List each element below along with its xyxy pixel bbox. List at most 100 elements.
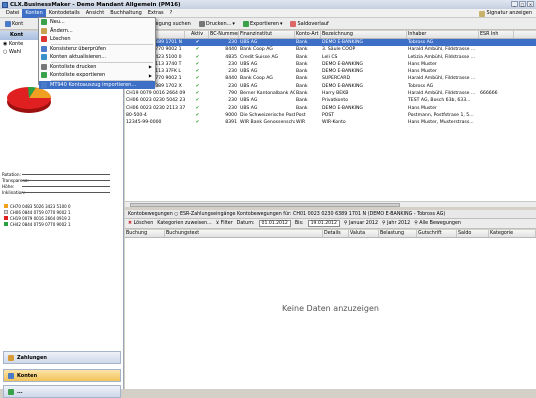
- table-row[interactable]: 0483 5026 3423 5100 0✔4835Credit Suisse …: [125, 54, 536, 61]
- table-cell-bez: DEMO E-BANKING: [322, 40, 363, 45]
- date-to-input[interactable]: 19.01.2012: [307, 220, 340, 227]
- movements-tabs[interactable]: Kontobewegungen ○ ESR-Zahlungseingänge K…: [125, 210, 536, 219]
- signature-icon: [478, 10, 485, 17]
- delete-icon: ✖: [128, 221, 133, 226]
- close-button[interactable]: ×: [527, 1, 534, 7]
- table-cell-inst: UBS AG: [240, 83, 258, 89]
- table-cell-inh: TEST AG, Bosch 63b, 633...: [408, 98, 471, 104]
- chart-icon: [290, 20, 297, 27]
- more-icon: [8, 388, 14, 395]
- table-cell-esr: [479, 54, 514, 61]
- nav-more[interactable]: ...: [3, 385, 121, 398]
- date-to-label: Bis:: [294, 221, 304, 226]
- table-cell-inst: UBS AG: [240, 61, 258, 67]
- search-icon: ⚲: [382, 221, 386, 226]
- menu-item[interactable]: Kontoliste exportieren ▶: [39, 71, 155, 80]
- table-cell-bez: POST: [322, 112, 335, 118]
- table-cell-esr: [479, 61, 514, 68]
- table-header: Aktiv BC-Nummer Finanzinstitut Konto-Art…: [125, 31, 536, 39]
- table-cell-aktiv: ✔: [195, 69, 200, 75]
- menu-item[interactable]: Konten aktualisieren...: [39, 53, 155, 62]
- legend-item: CH06 0844 0759 0770 9002 1: [4, 209, 71, 215]
- menu-item[interactable]: Neu...: [39, 18, 155, 27]
- inclination-slider[interactable]: Inklination:: [2, 189, 120, 195]
- legend-item: CH42 0844 0759 0770 9002 1: [4, 221, 71, 227]
- table-row[interactable]: 0023 0230 2113 3740 T✔230UBS AGBankDEMO …: [125, 61, 536, 68]
- table-cell-art: Bank: [296, 40, 308, 45]
- table-row[interactable]: 0844 0759 0770 9002 1✔8440Bank Coop AGBa…: [125, 75, 536, 82]
- table-row[interactable]: CH19 0079 0016 2664 0919 2 ✔ 790Berner Kan…: [125, 90, 536, 97]
- export-button[interactable]: Exportieren ▾: [241, 19, 285, 29]
- maximize-button[interactable]: □: [519, 1, 526, 7]
- table-cell-aktiv: ✔: [195, 112, 200, 118]
- movements-header: Buchung Buchungstext Details Valuta Bela…: [125, 230, 536, 238]
- table-cell-bc: 4835: [225, 54, 237, 60]
- table-cell-bez: Harry BEKB: [322, 91, 349, 97]
- filter-button[interactable]: ⊻ Filter: [216, 221, 233, 226]
- table-cell-esr: [479, 97, 514, 104]
- search-icon: ⚲: [414, 221, 418, 226]
- table-cell-esr: [479, 83, 514, 90]
- table-cell-inh: Harald Ambühl, Fildstrasse ...: [408, 76, 476, 82]
- date-from-input[interactable]: 01.01.2012: [258, 220, 291, 227]
- print-icon: [41, 63, 47, 70]
- table-cell-bez: DEMO E-BANKING: [322, 105, 363, 111]
- movements-body: Keine Daten anzuzeigen: [125, 238, 536, 389]
- konten-menu-dropdown: Neu... Ändern... Löschen Konsistenz überprü…: [38, 17, 156, 89]
- window-title: CLX.BusinessMaker - Demo Mandant Allgeme…: [10, 1, 181, 8]
- table-row[interactable]: 0023 0230 6389 1701 N✔230UBS AGBankDEMO …: [125, 39, 536, 47]
- table-row[interactable]: 0023 0230 2113 37FK L✔230UBS AGBankDEMO …: [125, 68, 536, 75]
- table-row[interactable]: 80-500-4 ✔ 9000 Die Schweizerische Post Post…: [125, 112, 536, 119]
- table-cell-esr: [479, 46, 514, 53]
- horizontal-scrollbar[interactable]: [125, 201, 536, 207]
- chevron-down-icon: ▾: [279, 20, 283, 27]
- january-button[interactable]: ⚲ Januar 2012: [344, 221, 378, 226]
- table-cell-bez: DEMO E-BANKING: [322, 83, 363, 89]
- table-cell-aktiv: ✔: [195, 40, 200, 45]
- nav-zahlungen[interactable]: Zahlungen: [3, 351, 121, 364]
- table-cell-bc: 230: [228, 105, 237, 111]
- balance-history-button[interactable]: Saldoverlauf: [288, 19, 330, 29]
- table-cell-bc: 9000: [225, 112, 237, 118]
- accounts-table: Aktiv BC-Nummer Finanzinstitut Konto-Art…: [125, 31, 536, 201]
- table-cell-inst: WIR Bank Genossenschaft: [240, 120, 295, 126]
- menu-item[interactable]: Ändern...: [39, 27, 155, 36]
- assign-categories-button[interactable]: Kategorien zuweisen...: [157, 221, 211, 226]
- all-movements-button[interactable]: ⚲ Alle Bewegungen: [414, 221, 461, 226]
- konto-button[interactable]: Kont: [3, 19, 25, 29]
- table-cell-art: Bank: [296, 91, 308, 97]
- menu-item[interactable]: Löschen: [39, 35, 155, 44]
- table-cell-inh: Tobross AG: [408, 83, 434, 89]
- table-cell-inst: Die Schweizerische Post: [240, 112, 295, 118]
- table-cell-art: Post: [296, 112, 306, 118]
- year-button[interactable]: ⚲ Jahr 2012: [382, 221, 410, 226]
- table-row[interactable]: 0844 0759 0770 9002 1✔8440Bank Coop AGBa…: [125, 46, 536, 53]
- delete-button[interactable]: ✖ Löschen: [128, 221, 153, 226]
- table-body: 0023 0230 6389 1701 N✔230UBS AGBankDEMO …: [125, 39, 536, 127]
- menu-item[interactable]: Konsistenz überprüfen: [39, 45, 155, 54]
- nav-konten[interactable]: Konten: [3, 369, 121, 382]
- table-row[interactable]: 12345-99-0000 ✔ 8391 WIR Bank Genossenschaf…: [125, 119, 536, 126]
- chart-legend: CH70 0483 5026 3423 5100 0 CH06 0844 075…: [4, 203, 71, 227]
- menu-item[interactable]: Kontoliste drucken ▶: [39, 63, 155, 72]
- table-cell-inh: Harald Ambühl, Fildstrasse ...: [408, 47, 476, 53]
- print-button[interactable]: Drucken... ▾: [197, 19, 237, 29]
- add-icon: [41, 19, 47, 26]
- minimize-button[interactable]: _: [511, 1, 518, 7]
- table-cell-inst: UBS AG: [240, 98, 258, 104]
- pie-chart: [7, 86, 52, 113]
- table-row[interactable]: CH06 0023 0230 2113 3701 J ✔ 230UBS AG Bank…: [125, 105, 536, 112]
- chart-settings: Rotation: Transparenz: Höhe: Inklination…: [2, 171, 120, 195]
- table-cell-esr: [479, 75, 514, 82]
- table-row[interactable]: CH06 0023 0230 5042 2301 K ✔ 230UBS AG Bank…: [125, 97, 536, 104]
- signature-button[interactable]: Signatur anzeigen: [478, 9, 532, 18]
- table-cell-esr: [479, 68, 514, 75]
- menu-datei[interactable]: Datei: [3, 9, 22, 18]
- table-cell-bc: 230: [228, 69, 237, 75]
- menu-item[interactable]: MT940 Kontoauszug importieren...: [39, 80, 155, 89]
- menu-help[interactable]: ?: [167, 9, 176, 18]
- import-icon: [41, 81, 47, 88]
- refresh-icon: [41, 54, 47, 61]
- table-row[interactable]: 0023 0230 6389 1702 X✔230UBS AGBankDEMO …: [125, 83, 536, 90]
- table-cell-esr: [479, 112, 514, 119]
